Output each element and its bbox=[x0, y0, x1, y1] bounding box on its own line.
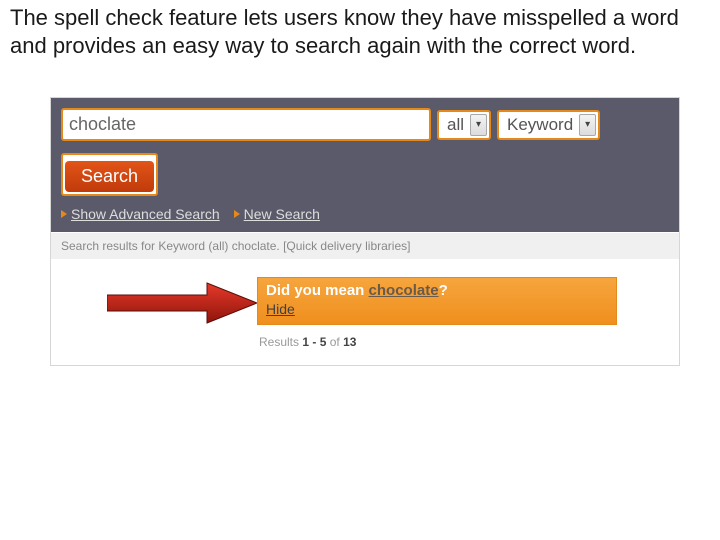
dym-hide-link[interactable]: Hide bbox=[266, 301, 295, 319]
dym-suggestion-link[interactable]: chocolate bbox=[369, 282, 439, 299]
chevron-down-icon: ▾ bbox=[470, 114, 487, 136]
search-button[interactable]: Search bbox=[65, 161, 154, 192]
advanced-search-link[interactable]: Show Advanced Search bbox=[61, 206, 220, 222]
dym-prefix: Did you mean bbox=[266, 282, 369, 299]
count-prefix: Results bbox=[259, 335, 302, 349]
new-search-link[interactable]: New Search bbox=[234, 206, 320, 222]
search-input[interactable] bbox=[65, 112, 427, 137]
arrow-right-icon bbox=[234, 210, 240, 218]
advanced-search-label: Show Advanced Search bbox=[71, 206, 220, 222]
count-of: of bbox=[326, 335, 343, 349]
dym-suffix: ? bbox=[439, 282, 448, 299]
new-search-label: New Search bbox=[244, 206, 320, 222]
field-dropdown[interactable]: Keyword ▾ bbox=[497, 110, 600, 140]
arrow-right-icon bbox=[61, 210, 67, 218]
intro-text: The spell check feature lets users know … bbox=[0, 0, 690, 59]
search-links-row: Show Advanced Search New Search bbox=[51, 204, 679, 232]
search-bar: all ▾ Keyword ▾ Search bbox=[51, 98, 679, 204]
search-button-frame: Search bbox=[61, 153, 158, 196]
search-input-frame bbox=[61, 108, 431, 141]
results-count: Results 1 - 5 of 13 bbox=[257, 325, 669, 359]
count-range: 1 - 5 bbox=[302, 335, 326, 349]
suggestion-area: Did you mean chocolate? Hide Results 1 -… bbox=[51, 259, 679, 365]
did-you-mean-box: Did you mean chocolate? Hide bbox=[257, 277, 617, 325]
scope-value: all bbox=[447, 115, 470, 135]
callout-arrow-icon bbox=[107, 281, 257, 325]
screenshot-panel: all ▾ Keyword ▾ Search Show Advanced Sea… bbox=[50, 97, 680, 366]
chevron-down-icon: ▾ bbox=[579, 114, 596, 136]
results-for-bar: Search results for Keyword (all) choclat… bbox=[51, 232, 679, 259]
count-total: 13 bbox=[343, 335, 356, 349]
field-value: Keyword bbox=[507, 115, 579, 135]
scope-dropdown[interactable]: all ▾ bbox=[437, 110, 491, 140]
